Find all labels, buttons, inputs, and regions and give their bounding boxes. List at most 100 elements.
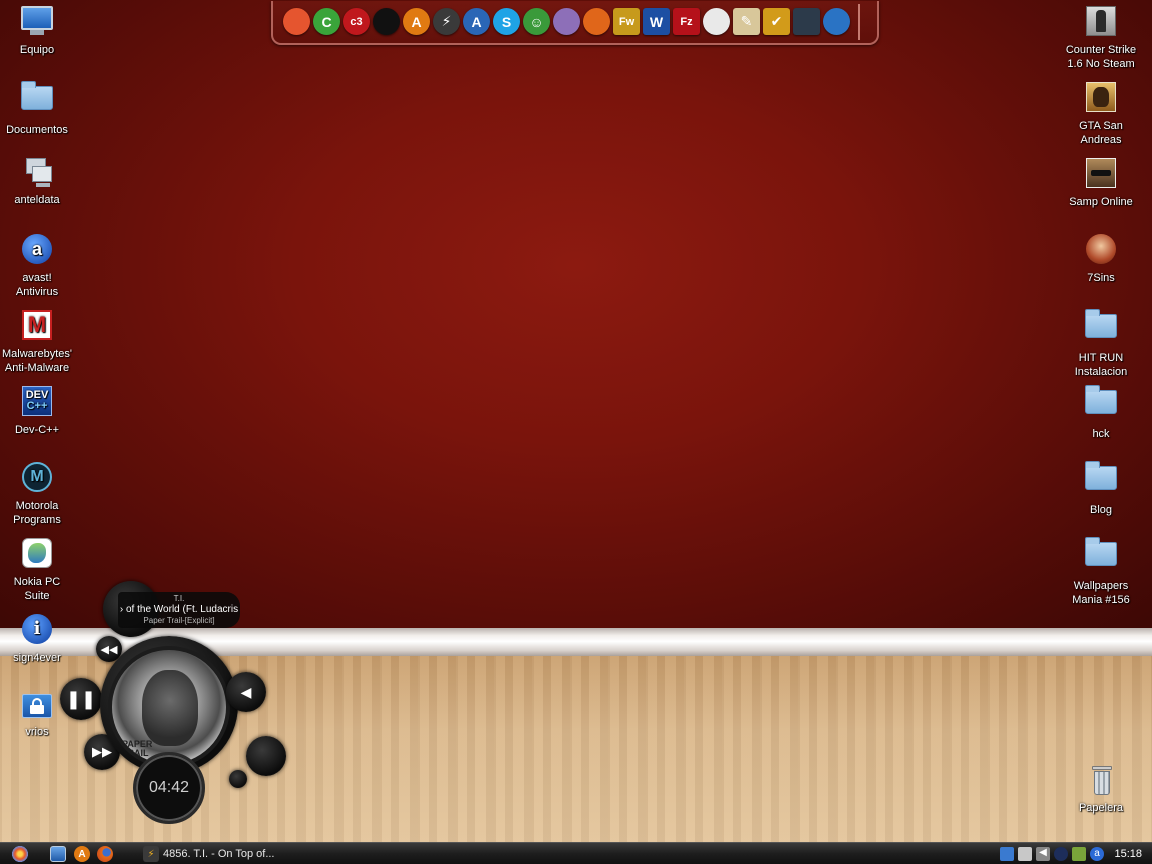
documents-folder-icon [20,81,54,120]
desktop-icon-equipo[interactable]: Equipo [0,4,74,57]
counter-strike-icon [1084,6,1118,40]
speaker-icon: ◀ [240,683,252,700]
desktop-icon-samp[interactable]: Samp Online [1064,156,1138,209]
drive-icon[interactable] [823,8,850,35]
lock-icon [20,688,54,722]
desktop-icon-label: 7Sins [1087,272,1115,284]
desktop-icon-label: vrios [25,726,49,738]
folder-icon [1084,309,1118,348]
aimp-icon: A [74,846,90,862]
recycle-bin-icon [1084,764,1118,798]
winamp-icon[interactable]: ⚡ [433,8,460,35]
desktop-icon-sign4ever[interactable]: i sign4ever [0,612,74,665]
dock-separator [858,4,860,40]
taskbar-task-label: 4856. T.I. - On Top of... [163,848,275,860]
network-icon[interactable] [1000,847,1014,861]
quicklaunch-desktop[interactable] [50,846,66,862]
player-time: 04:42 [133,752,205,824]
desktop-icon-label: avast! Antivirus [15,272,59,298]
dock-glyph: W [649,13,664,30]
filezilla-icon[interactable]: Fz [673,8,700,35]
desktop-icon-documentos[interactable]: Documentos [0,80,74,137]
volume-icon[interactable]: ◀ [1036,847,1050,861]
pidgin-icon[interactable] [553,8,580,35]
avast-tray-icon[interactable]: a [1090,847,1104,861]
c3-icon[interactable]: c3 [343,8,370,35]
pause-icon: ❚❚ [65,688,97,709]
desktop-icon-label: Motorola Programs [13,500,61,526]
player-track-panel: T.I. › of the World (Ft. Ludacris Paper … [118,592,240,628]
desktop-icon-motorola[interactable]: M Motorola Programs [0,460,74,527]
computer-icon [20,6,54,40]
folder-icon [1084,461,1118,500]
desktop-icon-gta[interactable]: GTA San Andreas [1064,80,1138,147]
fireworks-icon[interactable]: Fw [613,8,640,35]
desktop-icon-7sins[interactable]: 7Sins [1064,232,1138,285]
start-button[interactable] [12,846,28,862]
launcher-icon[interactable] [373,8,400,35]
album-cover-text: PAPER TRAIL [122,739,153,758]
player-album: Paper Trail-[Explicit] [143,616,215,625]
desktop-icon-label: Wallpapers Mania #156 [1072,580,1130,606]
desktop-icon-label: Documentos [6,124,68,136]
winrar-icon[interactable]: ✔ [763,8,790,35]
skype-icon[interactable]: S [493,8,520,35]
desktop-icon-hit-run[interactable]: HIT RUN Instalacion [1064,308,1138,379]
desktop-icon-nokia-pc-suite[interactable]: Nokia PC Suite [0,536,74,603]
desktop-icon-wallpapers[interactable]: Wallpapers Mania #156 [1064,536,1138,607]
wireless-icon[interactable] [1054,847,1068,861]
desktop-icon-label: Samp Online [1069,196,1133,208]
nvidia-icon[interactable] [1072,847,1086,861]
desktop-icon-label: Counter Strike 1.6 No Steam [1065,44,1137,70]
avast-icon: a [20,234,54,268]
desktop-icon-avast[interactable]: a avast! Antivirus [0,232,74,299]
messenger-icon[interactable]: ☺ [523,8,550,35]
player-title: › of the World (Ft. Ludacris [119,604,239,615]
wallpaper-wall [0,0,1152,632]
desktop-icon-papelera[interactable]: Papelera [1064,764,1138,815]
folder-icon [1084,385,1118,424]
info-icon: i [20,614,54,648]
album-art: PAPER TRAIL [108,646,230,768]
media-player-icon[interactable] [283,8,310,35]
quicklaunch-firefox[interactable] [97,846,113,862]
desktop-icon-label: hck [1092,428,1110,440]
player-option-button[interactable] [246,736,286,776]
taskbar-clock: 15:18 [1114,848,1142,860]
taskbar-task-winamp[interactable]: ⚡ 4856. T.I. - On Top of... [143,846,275,862]
desktop-icon-blog[interactable]: Blog [1064,460,1138,517]
pencil-icon[interactable]: ✎ [733,8,760,35]
desktop-icon-counter-strike[interactable]: Counter Strike 1.6 No Steam [1064,4,1138,71]
desktop-icon-hck[interactable]: hck [1064,384,1138,441]
device-icon[interactable] [1018,847,1032,861]
player-time-label: 04:42 [148,779,190,796]
avant-icon[interactable]: A [463,8,490,35]
pause-button[interactable]: ❚❚ [60,678,102,720]
aimp-icon[interactable]: A [403,8,430,35]
desktop-icon-label: HIT RUN Instalacion [1074,352,1128,378]
desktop-icon-label: GTA San Andreas [1079,120,1123,146]
webcam-icon[interactable] [793,8,820,35]
desktop-icon-devcpp[interactable]: DEV C++ Dev-C++ [0,384,74,437]
desktop-icon-malwarebytes[interactable]: M Malwarebytes' Anti-Malware [0,308,74,375]
desktop-icon-label: anteldata [14,194,60,206]
show-desktop-icon [50,846,66,862]
desktop-icon-anteldata[interactable]: anteldata [0,156,74,207]
word-icon[interactable]: W [643,8,670,35]
album-cover-portrait [142,670,198,746]
picasa-icon[interactable] [703,8,730,35]
volume-button[interactable]: ◀ [226,672,266,712]
quicklaunch-aimp[interactable]: A [74,846,90,862]
start-flower-icon [12,846,28,862]
utorrent-icon[interactable]: C [313,8,340,35]
player-small-button[interactable] [229,770,247,788]
desktop-icon-label: Malwarebytes' Anti-Malware [2,348,72,374]
desktop-icon-label: Equipo [19,44,55,56]
7sins-icon [1084,234,1118,268]
firefox-icon [97,846,113,862]
desktop-icon-label: Blog [1089,504,1113,516]
rewind-icon: ◀◀ [100,643,118,656]
motorola-icon: M [20,462,54,496]
dock-glyph: S [501,13,512,30]
firefox-icon[interactable] [583,8,610,35]
